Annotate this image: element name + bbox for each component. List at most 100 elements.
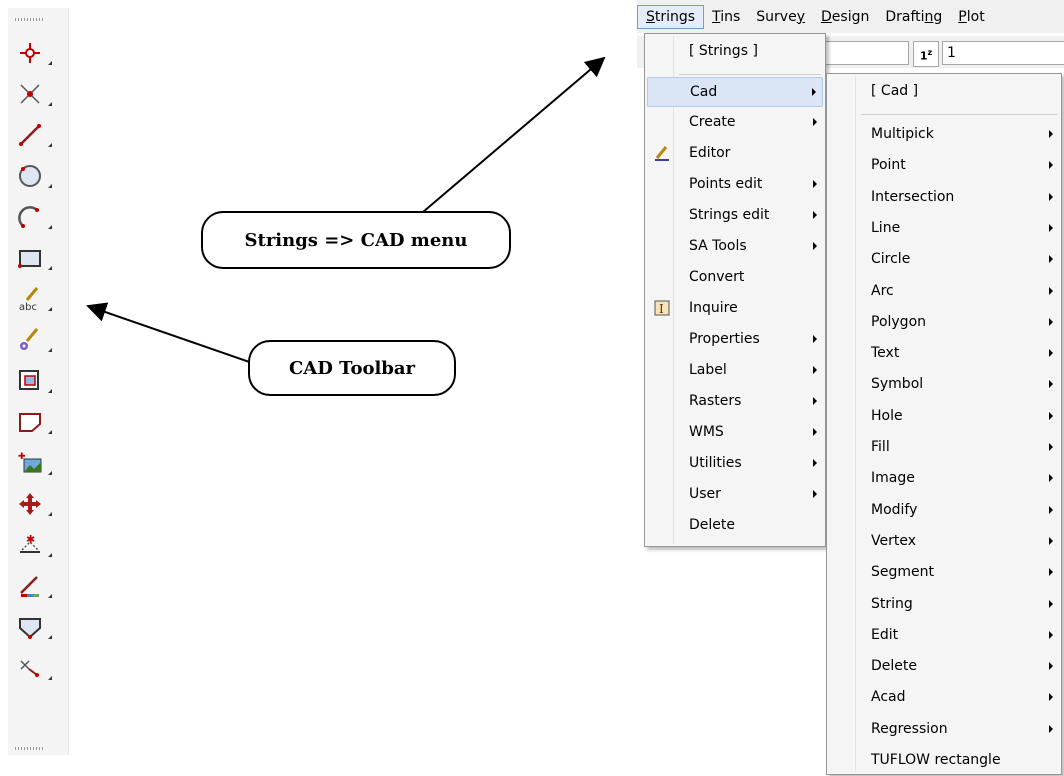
submenu-arrow-icon [1049, 474, 1053, 483]
menubar-plot[interactable]: Plot [950, 5, 992, 29]
cad-menu-item-line[interactable]: Line [829, 214, 1059, 242]
strings-menu-item-sa-tools[interactable]: SA Tools [647, 232, 823, 260]
menu-bar: Strings Tins Survey Design Drafting Plot [637, 0, 1064, 33]
callout-cad-toolbar: CAD Toolbar [248, 340, 456, 396]
menu-item-label: String [871, 595, 913, 612]
cad-menu-item-tuflow-rectangle[interactable]: TUFLOW rectangle [829, 746, 1059, 774]
sort-icon[interactable]: 1z [913, 41, 939, 67]
menu-item-label: Rasters [689, 393, 742, 409]
strings-menu-item-wms[interactable]: WMS [647, 418, 823, 446]
strings-menu-item-user[interactable]: User [647, 480, 823, 508]
menu-item-label: Delete [871, 658, 917, 675]
submenu-arrow-icon [1049, 568, 1053, 577]
menu-item-label: Utilities [689, 455, 742, 471]
submenu-arrow-icon [1049, 662, 1053, 671]
submenu-arrow-icon [1049, 693, 1053, 702]
submenu-arrow-icon [813, 428, 817, 436]
submenu-arrow-icon [1049, 286, 1053, 295]
strings-menu-header-label: [ Strings ] [689, 43, 758, 59]
menu-item-label: Cad [690, 84, 718, 100]
cad-menu-header-label: [ Cad ] [871, 83, 919, 99]
submenu-arrow-icon [1049, 599, 1053, 608]
submenu-arrow-icon [1049, 724, 1053, 733]
menubar-drafting-label: Drafting [885, 8, 943, 25]
menu-item-label: WMS [689, 424, 724, 440]
cad-menu-item-polygon[interactable]: Polygon [829, 308, 1059, 336]
submenu-arrow-icon [1049, 630, 1053, 639]
menu-separator [861, 114, 1057, 115]
cad-menu-item-string[interactable]: String [829, 590, 1059, 618]
strings-menu-item-convert[interactable]: Convert [647, 263, 823, 291]
submenu-arrow-icon [1049, 380, 1053, 389]
submenu-arrow-icon [813, 490, 817, 498]
strings-menu-item-label[interactable]: Label [647, 356, 823, 384]
strings-menu-item-editor[interactable]: Editor [647, 139, 823, 167]
strings-menu-header[interactable]: [ Strings ] [647, 37, 823, 65]
cad-menu-item-segment[interactable]: Segment [829, 558, 1059, 586]
menubar-design-label: Design [821, 8, 870, 25]
menu-item-label: Segment [871, 564, 934, 581]
cad-menu-item-point[interactable]: Point [829, 151, 1059, 179]
arrow-to-cad-menu [422, 56, 606, 213]
menu-item-label: SA Tools [689, 238, 747, 254]
menu-item-label: Line [871, 219, 901, 236]
menu-item-label: Acad [871, 689, 906, 706]
menu-item-label: Circle [871, 251, 911, 268]
menu-item-label: Arc [871, 282, 894, 299]
submenu-arrow-icon [1049, 192, 1053, 201]
cad-menu-item-acad[interactable]: Acad [829, 683, 1059, 711]
inquire-icon: I [653, 299, 671, 317]
strings-menu-item-cad[interactable]: Cad [647, 77, 823, 107]
menubar-plot-label: Plot [958, 8, 985, 25]
menubar-strings-label: Strings [646, 8, 696, 25]
strings-menu-item-utilities[interactable]: Utilities [647, 449, 823, 477]
cad-menu-item-delete[interactable]: Delete [829, 652, 1059, 680]
menu-item-label: Delete [689, 517, 735, 533]
menu-item-label: Polygon [871, 313, 927, 330]
strings-menu-item-inquire[interactable]: I Inquire [647, 294, 823, 322]
menu-item-label: Edit [871, 626, 899, 643]
strings-menu-item-rasters[interactable]: Rasters [647, 387, 823, 415]
value-field[interactable]: 1 [942, 41, 1064, 65]
cad-menu-item-arc[interactable]: Arc [829, 277, 1059, 305]
cad-menu-item-multipick[interactable]: Multipick [829, 120, 1059, 148]
cad-menu-item-image[interactable]: Image [829, 464, 1059, 492]
menubar-strings[interactable]: Strings [637, 4, 705, 29]
menu-item-label: Fill [871, 439, 890, 455]
cad-menu-item-intersection[interactable]: Intersection [829, 183, 1059, 211]
strings-menu-item-create[interactable]: Create [647, 108, 823, 136]
menubar-drafting[interactable]: Drafting [877, 5, 950, 29]
menubar-survey[interactable]: Survey [748, 5, 813, 29]
cad-menu-item-edit[interactable]: Edit [829, 621, 1059, 649]
cad-menu-item-hole[interactable]: Hole [829, 402, 1059, 430]
arrow-to-cad-toolbar [86, 302, 259, 366]
menu-separator [679, 74, 821, 75]
cad-menu-item-regression[interactable]: Regression [829, 715, 1059, 743]
menu-item-label: Properties [689, 331, 760, 347]
strings-menu: [ Strings ] Cad Create Editor Points edit St… [644, 33, 826, 547]
submenu-arrow-icon [813, 211, 817, 219]
cad-menu-header[interactable]: [ Cad ] [829, 77, 1059, 105]
submenu-arrow-icon [813, 335, 817, 343]
callout-strings-cad-menu: Strings => CAD menu [201, 211, 511, 269]
menu-item-label: Editor [689, 145, 731, 161]
submenu-arrow-icon [1049, 411, 1053, 420]
submenu-arrow-icon [813, 397, 817, 405]
cad-menu-item-text[interactable]: Text [829, 339, 1059, 367]
strings-menu-item-delete[interactable]: Delete [647, 511, 823, 539]
strings-menu-item-points-edit[interactable]: Points edit [647, 170, 823, 198]
cad-menu-item-modify[interactable]: Modify [829, 496, 1059, 524]
cad-menu-item-circle[interactable]: Circle [829, 245, 1059, 273]
menu-item-label: Multipick [871, 126, 934, 142]
menubar-tins[interactable]: Tins [704, 5, 748, 29]
menu-item-label: Points edit [689, 176, 763, 192]
menu-item-label: Label [689, 362, 727, 378]
submenu-arrow-icon [812, 88, 816, 96]
strings-menu-item-strings-edit[interactable]: Strings edit [647, 201, 823, 229]
cad-menu-item-symbol[interactable]: Symbol [829, 370, 1059, 398]
cad-menu-item-fill[interactable]: Fill [829, 433, 1059, 461]
cad-menu-item-vertex[interactable]: Vertex [829, 527, 1059, 555]
menubar-design[interactable]: Design [813, 5, 877, 29]
strings-menu-item-properties[interactable]: Properties [647, 325, 823, 353]
menu-item-label: Strings edit [689, 207, 770, 223]
